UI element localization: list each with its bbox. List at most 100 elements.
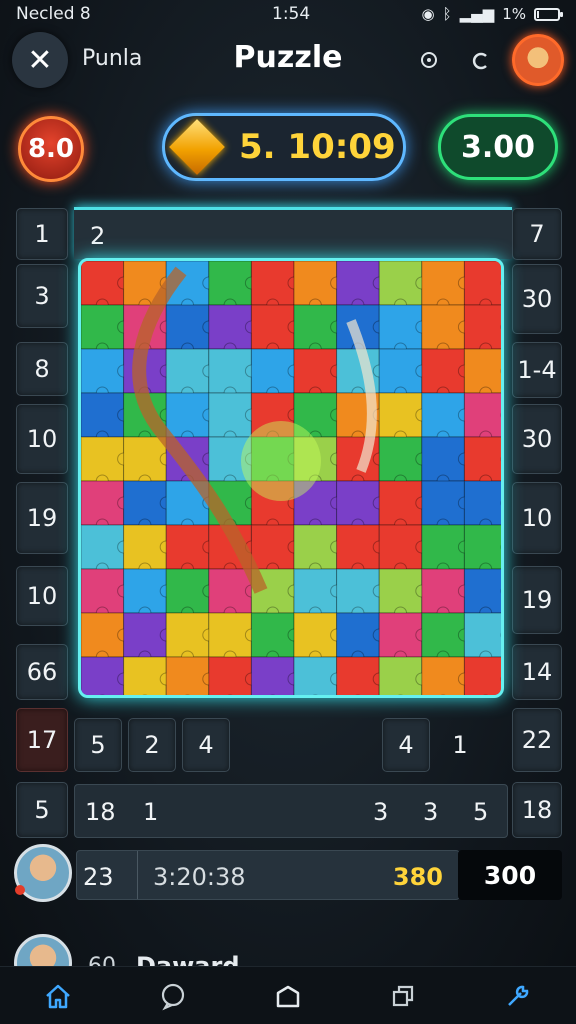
puzzle-piece[interactable] <box>463 304 504 356</box>
puzzle-piece[interactable] <box>123 612 173 664</box>
right-cell[interactable]: 14 <box>512 644 562 700</box>
row-a-cell[interactable]: 1 <box>436 718 484 772</box>
puzzle-piece[interactable] <box>421 480 471 532</box>
right-cell[interactable]: 30 <box>512 404 562 474</box>
puzzle-piece[interactable] <box>250 656 301 698</box>
row-b-number[interactable]: 5 <box>473 798 488 826</box>
puzzle-piece[interactable] <box>378 656 429 698</box>
row-a-cell[interactable]: 2 <box>128 718 176 772</box>
puzzle-piece[interactable] <box>208 656 258 698</box>
puzzle-piece[interactable] <box>378 392 429 444</box>
puzzle-piece[interactable] <box>123 568 173 620</box>
puzzle-piece[interactable] <box>463 480 504 532</box>
puzzle-piece[interactable] <box>421 392 471 444</box>
puzzle-piece[interactable] <box>165 612 216 664</box>
left-cell[interactable]: 8 <box>16 342 68 396</box>
puzzle-piece[interactable] <box>378 524 429 576</box>
left-cell[interactable]: 19 <box>16 482 68 554</box>
row-a-cell[interactable]: 4 <box>382 718 430 772</box>
puzzle-piece[interactable] <box>293 261 344 312</box>
puzzle-piece[interactable] <box>208 392 258 444</box>
right-cell[interactable]: 18 <box>512 782 562 838</box>
puzzle-piece[interactable] <box>463 261 504 312</box>
left-cell[interactable]: 3 <box>16 264 68 328</box>
puzzle-piece[interactable] <box>336 480 386 532</box>
row-a-cell[interactable]: 5 <box>74 718 122 772</box>
puzzle-piece[interactable] <box>81 348 131 400</box>
puzzle-piece[interactable] <box>81 480 131 532</box>
puzzle-piece[interactable] <box>336 568 386 620</box>
row-b-number[interactable]: 1 <box>143 798 158 826</box>
row-a-cell[interactable]: 4 <box>182 718 230 772</box>
puzzle-piece[interactable] <box>463 524 504 576</box>
left-cell[interactable]: 17 <box>16 708 68 772</box>
puzzle-piece[interactable] <box>208 612 258 664</box>
avatar-icon[interactable] <box>512 34 564 86</box>
puzzle-piece[interactable] <box>336 261 386 312</box>
right-cell[interactable]: 10 <box>512 482 562 554</box>
puzzle-piece[interactable] <box>463 568 504 620</box>
location-pin-icon[interactable] <box>416 48 442 74</box>
right-cell[interactable]: 19 <box>512 566 562 634</box>
puzzle-piece[interactable] <box>81 612 131 664</box>
left-cell[interactable]: 10 <box>16 404 68 474</box>
left-cell[interactable]: 1 <box>16 208 68 260</box>
puzzle-piece[interactable] <box>250 261 301 312</box>
chat-icon[interactable] <box>149 972 197 1020</box>
tools-icon[interactable] <box>494 972 542 1020</box>
puzzle-piece[interactable] <box>208 348 258 400</box>
puzzle-piece[interactable] <box>421 348 471 400</box>
player-row[interactable]: 60 Daward <box>14 930 314 966</box>
right-cell[interactable]: 22 <box>512 708 562 772</box>
puzzle-piece[interactable] <box>293 656 344 698</box>
puzzle-piece[interactable] <box>421 524 471 576</box>
box-icon[interactable] <box>264 972 312 1020</box>
puzzle-piece[interactable] <box>463 436 504 488</box>
puzzle-piece[interactable] <box>378 261 429 312</box>
puzzle-piece[interactable] <box>336 524 386 576</box>
puzzle-piece[interactable] <box>293 524 344 576</box>
copy-icon[interactable] <box>379 972 427 1020</box>
puzzle-board[interactable] <box>78 258 504 698</box>
puzzle-piece[interactable] <box>378 304 429 356</box>
puzzle-piece[interactable] <box>165 304 216 356</box>
puzzle-piece[interactable] <box>123 656 173 698</box>
puzzle-piece[interactable] <box>293 304 344 356</box>
puzzle-piece[interactable] <box>421 436 471 488</box>
puzzle-piece[interactable] <box>81 436 131 488</box>
puzzle-piece[interactable] <box>463 392 504 444</box>
puzzle-piece[interactable] <box>336 392 386 444</box>
puzzle-piece[interactable] <box>463 656 504 698</box>
left-cell[interactable]: 5 <box>16 782 68 838</box>
puzzle-piece[interactable] <box>378 612 429 664</box>
puzzle-piece[interactable] <box>208 304 258 356</box>
puzzle-piece[interactable] <box>250 304 301 356</box>
row-b-number[interactable]: 18 <box>85 798 116 826</box>
puzzle-piece[interactable] <box>378 436 429 488</box>
puzzle-piece[interactable] <box>165 348 216 400</box>
puzzle-piece[interactable] <box>81 524 131 576</box>
puzzle-piece[interactable] <box>165 524 216 576</box>
puzzle-piece[interactable] <box>293 612 344 664</box>
puzzle-piece[interactable] <box>165 568 216 620</box>
puzzle-piece[interactable] <box>293 348 344 400</box>
puzzle-piece[interactable] <box>123 480 173 532</box>
puzzle-piece[interactable] <box>378 348 429 400</box>
puzzle-piece[interactable] <box>250 524 301 576</box>
puzzle-piece[interactable] <box>336 656 386 698</box>
puzzle-piece[interactable] <box>81 656 131 698</box>
right-cell[interactable]: 1-4 <box>512 342 562 398</box>
puzzle-piece[interactable] <box>421 261 471 312</box>
left-cell[interactable]: 10 <box>16 566 68 626</box>
puzzle-piece[interactable] <box>208 261 258 312</box>
puzzle-piece[interactable] <box>421 304 471 356</box>
puzzle-piece[interactable] <box>336 612 386 664</box>
row-b-number[interactable]: 3 <box>373 798 388 826</box>
puzzle-piece[interactable] <box>81 261 131 312</box>
puzzle-piece[interactable] <box>421 612 471 664</box>
puzzle-pieces[interactable] <box>81 261 504 698</box>
home-icon[interactable] <box>34 972 82 1020</box>
puzzle-piece[interactable] <box>165 656 216 698</box>
right-cell[interactable]: 7 <box>512 208 562 260</box>
puzzle-piece[interactable] <box>250 348 301 400</box>
